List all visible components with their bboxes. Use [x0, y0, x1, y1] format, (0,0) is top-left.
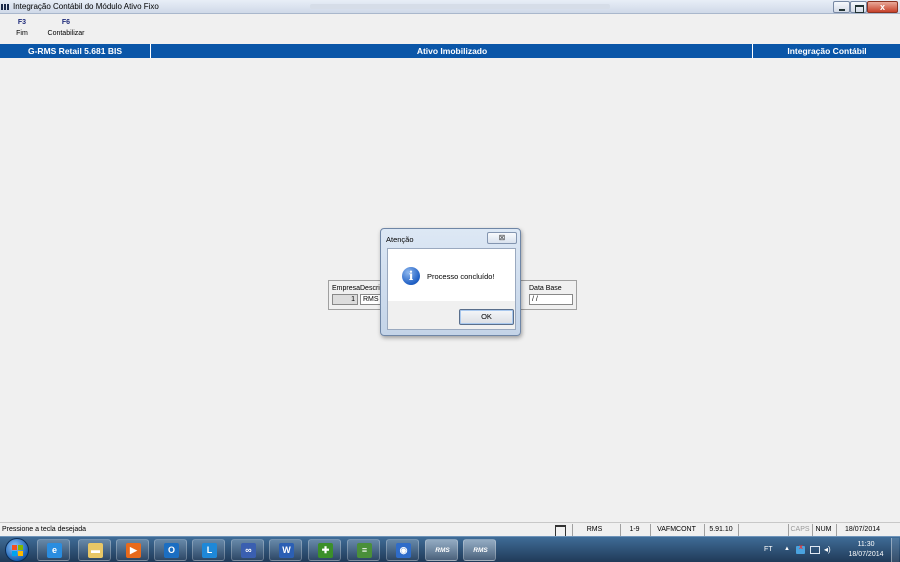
- dialog-title: Atenção: [386, 235, 414, 244]
- action-center-icon[interactable]: [796, 544, 805, 554]
- language-indicator[interactable]: FT: [764, 546, 773, 553]
- status-caps: CAPS: [788, 524, 811, 536]
- close-window-button[interactable]: x: [867, 1, 898, 13]
- show-hidden-icons-icon[interactable]: ▲: [784, 546, 790, 552]
- rms-2-icon: RMS: [473, 547, 488, 554]
- empresa-field[interactable]: 1: [332, 294, 358, 305]
- product-version: G-RMS Retail 5.681 BIS: [0, 44, 151, 58]
- show-desktop-button[interactable]: [891, 538, 899, 562]
- app-green-cross-icon: ✚: [318, 543, 333, 558]
- module-name: Ativo Imobilizado: [152, 44, 753, 58]
- status-system: RMS: [572, 524, 616, 536]
- close-icon: x: [879, 2, 885, 12]
- clock-time[interactable]: 11:30: [846, 541, 886, 548]
- taskbar-app-stack-button[interactable]: ≡: [347, 539, 380, 561]
- dialog-message: Processo concluído!: [427, 272, 495, 281]
- word-icon: W: [279, 543, 294, 558]
- window-title: Integração Contábil do Módulo Ativo Fixo: [13, 2, 159, 11]
- fkey-action: Contabilizar: [47, 30, 85, 37]
- volume-icon[interactable]: ◂): [824, 545, 831, 554]
- ok-button[interactable]: OK: [459, 309, 514, 325]
- dialog-message-area: i Processo concluído!: [388, 249, 515, 301]
- descricao-label: Descri: [360, 285, 380, 292]
- status-empty-panel: [738, 524, 787, 536]
- data-base-label: Data Base: [529, 285, 562, 292]
- internet-explorer-icon: e: [47, 543, 62, 558]
- media-player-icon: ▶: [126, 543, 141, 558]
- fkey-f6-contabilizar-button[interactable]: F6 Contabilizar: [44, 18, 88, 40]
- status-date: 18/07/2014: [836, 524, 888, 536]
- system-tray: FT ▲ ◂) 11:30 18/07/2014: [760, 537, 900, 562]
- taskbar-app-green-cross-button[interactable]: ✚: [308, 539, 341, 561]
- dialog-body: i Processo concluído! OK: [387, 248, 516, 330]
- status-message: Pressione a tecla desejada: [2, 526, 87, 533]
- status-bar: Pressione a tecla desejada RMS 1-9 VAFMC…: [0, 522, 900, 538]
- taskbar-lync-button[interactable]: L: [192, 539, 225, 561]
- clipboard-icon[interactable]: [550, 524, 572, 538]
- taskbar-outlook-button[interactable]: O: [154, 539, 187, 561]
- app-icon: [1, 4, 12, 10]
- status-num: NUM: [812, 524, 834, 536]
- maximize-button[interactable]: [850, 1, 867, 13]
- taskbar: e ▬ ▶ O L ∞ W ✚ ≡ ◉ RMS RMS FT ▲ ◂) 11:30 18/07/201…: [0, 536, 900, 562]
- taskbar-rms-1-button[interactable]: RMS: [425, 539, 458, 561]
- start-button[interactable]: [5, 538, 29, 562]
- taskbar-internet-explorer-button[interactable]: e: [37, 539, 70, 561]
- empresa-label: Empresa: [332, 285, 361, 292]
- app-globe-icon: ◉: [396, 543, 411, 558]
- outlook-icon: O: [164, 543, 179, 558]
- window-title-bar[interactable]: Integração Contábil do Módulo Ativo Fixo…: [0, 0, 900, 14]
- status-range: 1-9: [620, 524, 648, 536]
- app-infinity-icon: ∞: [241, 543, 256, 558]
- network-icon[interactable]: [810, 546, 820, 554]
- title-bar-blurred-area: [310, 4, 610, 9]
- attention-dialog: Atenção ⊠ i Processo concluído! OK: [380, 228, 521, 336]
- fkey-label: F6: [61, 19, 71, 26]
- status-program: VAFMCONT: [650, 524, 702, 536]
- taskbar-file-explorer-button[interactable]: ▬: [78, 539, 111, 561]
- taskbar-app-globe-button[interactable]: ◉: [386, 539, 419, 561]
- taskbar-media-player-button[interactable]: ▶: [116, 539, 149, 561]
- taskbar-rms-2-button[interactable]: RMS: [463, 539, 496, 561]
- file-explorer-icon: ▬: [88, 543, 103, 558]
- minimize-button[interactable]: [833, 1, 850, 13]
- info-icon: i: [402, 267, 420, 285]
- data-base-field[interactable]: / /: [529, 294, 573, 305]
- screen-name: Integração Contábil: [787, 46, 867, 56]
- fkey-label: F3: [17, 19, 27, 26]
- fkey-action: Fim: [16, 30, 28, 37]
- dialog-close-button[interactable]: ⊠: [487, 232, 517, 244]
- lync-icon: L: [202, 543, 217, 558]
- taskbar-app-infinity-button[interactable]: ∞: [231, 539, 264, 561]
- clock-date[interactable]: 18/07/2014: [846, 551, 886, 558]
- rms-1-icon: RMS: [435, 547, 450, 554]
- app-stack-icon: ≡: [357, 543, 372, 558]
- module-header: G-RMS Retail 5.681 BIS Ativo Imobilizado…: [0, 44, 900, 58]
- fkey-f3-fim-button[interactable]: F3 Fim: [12, 18, 32, 40]
- status-version: 5.91.10: [704, 524, 737, 536]
- taskbar-word-button[interactable]: W: [269, 539, 302, 561]
